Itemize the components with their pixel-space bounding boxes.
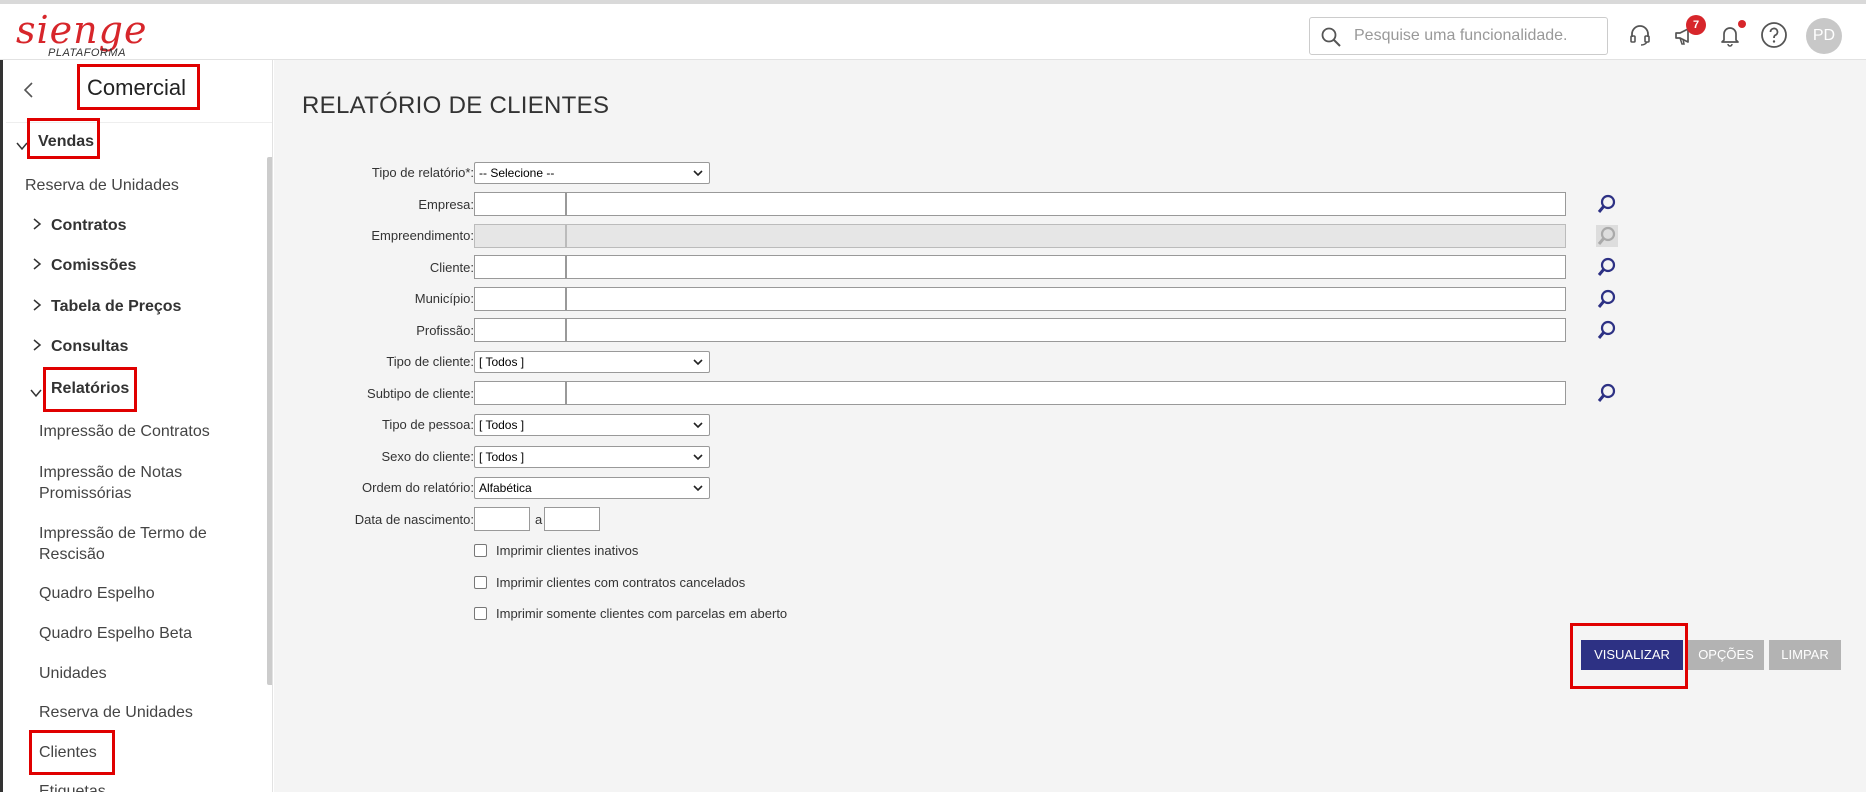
module-title: Comercial [87,75,187,100]
lookup-search-icon[interactable] [1596,382,1618,404]
label-empresa: Empresa: [418,197,474,212]
select-tipo-cliente[interactable]: [ Todos ] [474,351,710,373]
visualizar-button[interactable]: VISUALIZAR [1581,640,1683,670]
sidebar-item-reserva-unidades[interactable]: Reserva de Unidades [25,177,179,195]
sidebar-report-unidades[interactable]: Unidades [39,665,107,683]
sidebar-divider [6,122,272,123]
select-sexo-cliente[interactable]: [ Todos ] [474,446,710,468]
date-range-separator: a [535,512,543,527]
label-data-nascimento: Data de nascimento: [354,512,474,527]
chevron-down-icon [693,170,703,177]
logo-text: sienge [16,8,148,52]
top-header: sienge PLATAFORMA 7 [0,0,1866,60]
checkbox-label: Imprimir clientes com contratos cancelad… [496,575,746,590]
chevron-right-icon[interactable] [31,218,43,230]
sidebar-item-contratos[interactable]: Contratos [51,217,127,235]
lookup-search-icon[interactable] [1596,288,1618,310]
label-municipio: Município: [414,291,474,306]
label-profissao: Profissão: [416,323,474,338]
select-value: [ Todos ] [479,355,525,369]
chevron-down-icon[interactable] [16,140,28,152]
chevron-right-icon[interactable] [31,339,43,351]
sidebar-section-vendas[interactable]: Vendas [38,133,94,151]
label-tipo-pessoa: Tipo de pessoa: [381,417,474,432]
sidebar-report-clientes[interactable]: Clientes [39,744,97,762]
sienge-logo[interactable]: sienge PLATAFORMA [16,10,146,60]
search-box[interactable] [1309,17,1608,55]
select-value: Alfabética [479,481,532,495]
sidebar-item-comissoes[interactable]: Comissões [51,257,136,275]
chevron-down-icon [693,359,703,366]
sidebar-report-impressao-contratos[interactable]: Impressão de Contratos [39,423,210,441]
chevron-down-icon[interactable] [30,387,42,399]
label-tipo-relatorio: Tipo de relatório*: [371,165,474,180]
input-empresa-name[interactable] [566,192,1566,216]
user-avatar[interactable]: PD [1806,18,1842,54]
main-content: RELATÓRIO DE CLIENTES Tipo de relatório*… [274,60,1866,792]
label-ordem-relatorio: Ordem do relatório: [362,480,474,495]
select-tipo-pessoa[interactable]: [ Todos ] [474,414,710,436]
notification-dot [1738,20,1746,28]
label-cliente: Cliente: [429,260,474,275]
help-icon[interactable] [1759,20,1789,50]
sidebar: Comercial Vendas Reserva de Unidades Con… [0,60,273,792]
sidebar-report-quadro-espelho-beta[interactable]: Quadro Espelho Beta [39,625,192,643]
search-icon [1321,27,1341,47]
back-arrow-icon[interactable] [19,80,39,100]
select-value: -- Selecione -- [479,166,555,180]
input-municipio-code[interactable] [474,287,566,311]
input-data-nascimento-fim[interactable] [544,507,600,531]
input-empreendimento-name [566,224,1566,248]
input-profissao-name[interactable] [566,318,1566,342]
sidebar-report-etiquetas[interactable]: Etiquetas [39,783,106,792]
input-data-nascimento-inicio[interactable] [474,507,530,531]
checkbox-contratos-cancelados[interactable] [474,576,487,589]
lookup-search-icon-disabled [1596,225,1618,247]
input-empresa-code[interactable] [474,192,566,216]
chevron-down-icon [693,422,703,429]
select-value: [ Todos ] [479,450,525,464]
chevron-right-icon[interactable] [31,299,43,311]
input-profissao-code[interactable] [474,318,566,342]
sidebar-item-tabela-precos[interactable]: Tabela de Preços [51,298,181,316]
chevron-down-icon [693,454,703,461]
logo-subtitle: PLATAFORMA [48,47,126,59]
opcoes-button[interactable]: OPÇÕES [1688,640,1764,670]
sidebar-item-relatorios[interactable]: Relatórios [51,380,129,398]
label-subtipo-cliente: Subtipo de cliente: [367,386,474,401]
checkbox-label: Imprimir clientes inativos [496,543,639,558]
label-tipo-cliente: Tipo de cliente: [386,354,474,369]
select-value: [ Todos ] [479,418,525,432]
lookup-search-icon[interactable] [1596,256,1618,278]
announcements-badge: 7 [1686,15,1706,35]
select-ordem-relatorio[interactable]: Alfabética [474,477,710,499]
sidebar-report-quadro-espelho[interactable]: Quadro Espelho [39,585,155,603]
label-sexo-cliente: Sexo do cliente: [381,449,474,464]
sidebar-scrollbar[interactable] [267,157,272,685]
search-input[interactable] [1354,24,1599,48]
input-municipio-name[interactable] [566,287,1566,311]
chevron-right-icon[interactable] [31,258,43,270]
select-tipo-relatorio[interactable]: -- Selecione -- [474,162,710,184]
sidebar-report-termo-rescisao[interactable]: Impressão de Termo de Rescisão [39,523,239,565]
headset-icon[interactable] [1625,20,1655,50]
input-empreendimento-code [474,224,566,248]
page-title: RELATÓRIO DE CLIENTES [302,92,610,119]
sidebar-report-notas-promissorias[interactable]: Impressão de Notas Promissórias [39,462,239,504]
checkbox-label: Imprimir somente clientes com parcelas e… [496,606,788,621]
lookup-search-icon[interactable] [1596,193,1618,215]
checkbox-parcelas-aberto[interactable] [474,607,487,620]
input-cliente-name[interactable] [566,255,1566,279]
input-subtipo-code[interactable] [474,381,566,405]
label-empreendimento: Empreendimento: [371,228,474,243]
sidebar-report-reserva-unidades[interactable]: Reserva de Unidades [39,704,193,722]
chevron-down-icon [693,485,703,492]
input-cliente-code[interactable] [474,255,566,279]
limpar-button[interactable]: LIMPAR [1769,640,1841,670]
lookup-search-icon[interactable] [1596,319,1618,341]
checkbox-clientes-inativos[interactable] [474,544,487,557]
sidebar-item-consultas[interactable]: Consultas [51,338,128,356]
input-subtipo-name[interactable] [566,381,1566,405]
